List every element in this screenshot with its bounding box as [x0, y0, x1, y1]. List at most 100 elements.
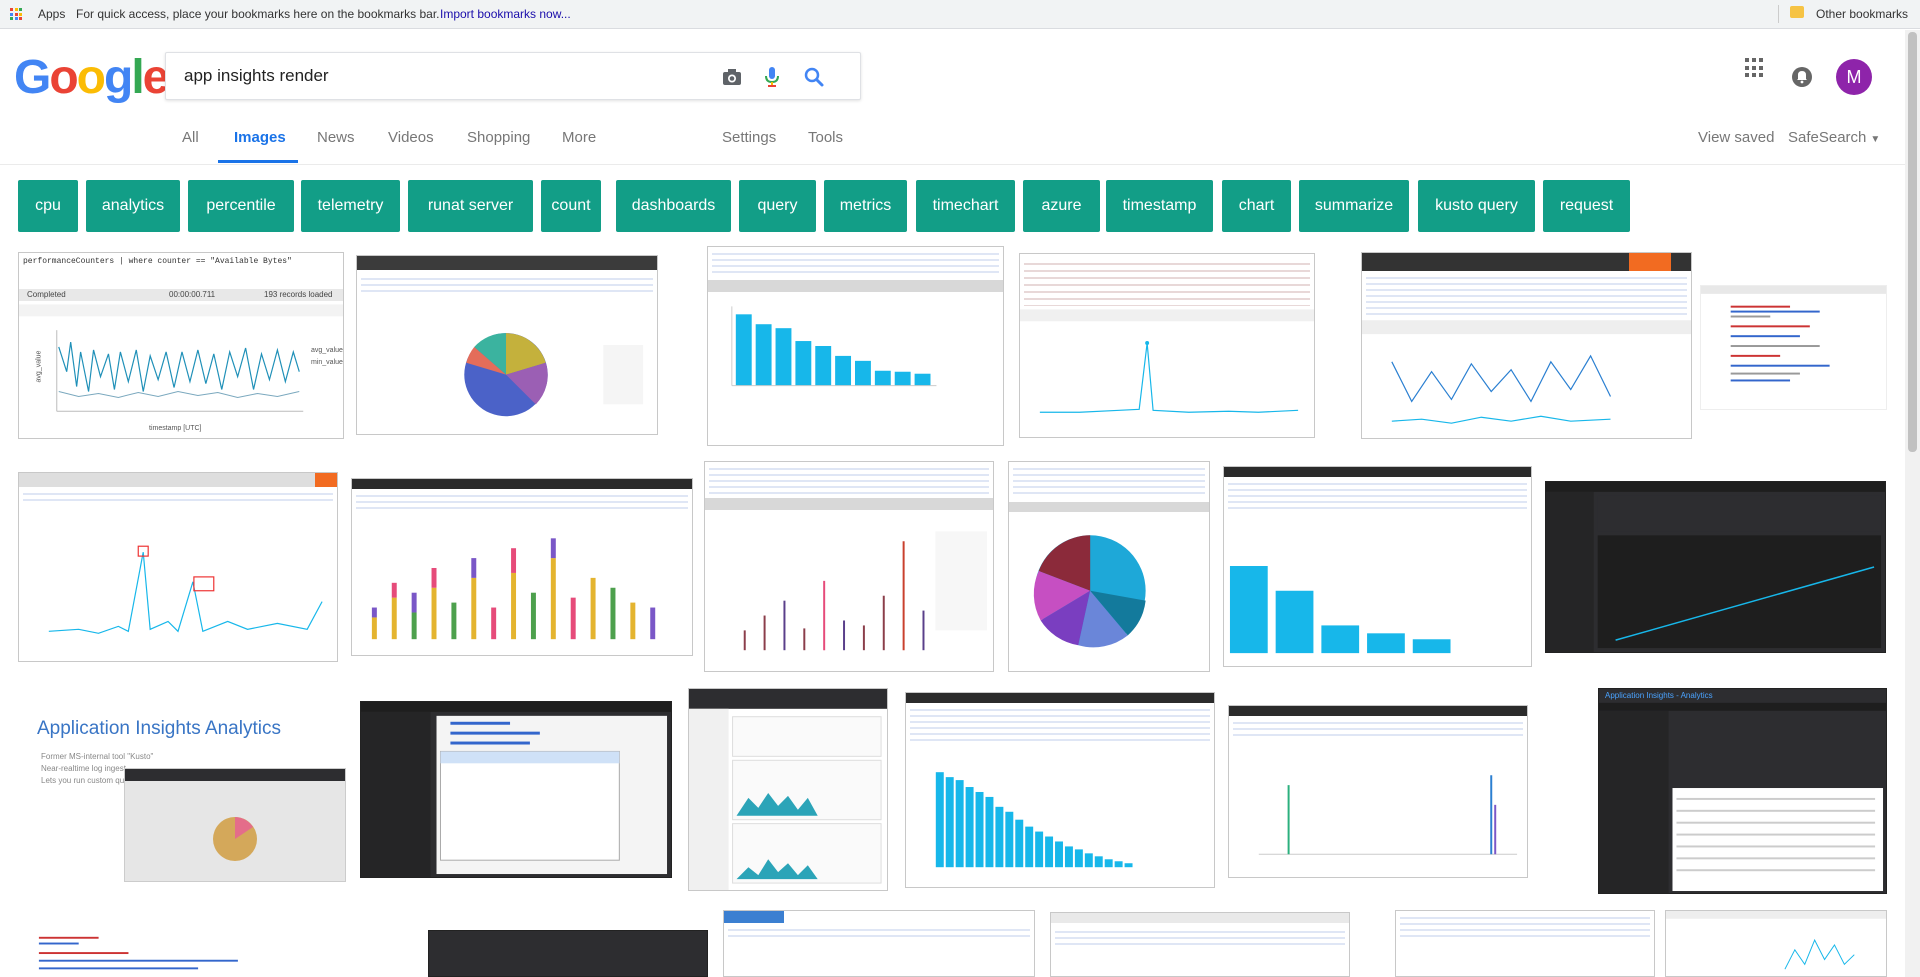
image-result[interactable] — [707, 246, 1004, 446]
logo-letter: g — [104, 51, 133, 104]
chip-percentile[interactable]: percentile — [188, 180, 294, 232]
slide-title: Application Insights Analytics — [37, 718, 281, 739]
image-result[interactable] — [428, 930, 708, 977]
code-editor-thumbnail — [38, 936, 238, 970]
image-result[interactable] — [1050, 912, 1350, 977]
tools-link[interactable]: Tools — [808, 129, 843, 146]
chip-timechart[interactable]: timechart — [916, 180, 1015, 232]
code-editor-thumbnail — [1701, 286, 1886, 382]
image-result[interactable] — [1228, 705, 1528, 878]
image-result[interactable]: performanceCounters | where counter == "… — [18, 252, 344, 439]
scrollbar[interactable] — [1905, 30, 1920, 977]
logo-letter: G — [14, 51, 51, 104]
import-bookmarks-link[interactable]: Import bookmarks now... — [440, 7, 571, 21]
image-result[interactable] — [1361, 252, 1692, 439]
image-result[interactable] — [688, 688, 888, 891]
google-logo[interactable]: Google — [14, 50, 170, 105]
chip-chart[interactable]: chart — [1222, 180, 1291, 232]
image-result[interactable] — [356, 255, 658, 435]
bookmarks-bar: Apps For quick access, place your bookma… — [0, 0, 1920, 29]
view-saved-link[interactable]: View saved — [1698, 129, 1774, 146]
avatar[interactable]: M — [1836, 59, 1872, 95]
line-chart-thumbnail — [1362, 320, 1691, 424]
chip-azure[interactable]: azure — [1023, 180, 1100, 232]
google-apps-icon[interactable] — [1745, 58, 1765, 78]
slide-note: Former MS-internal tool "Kusto" — [41, 752, 154, 761]
image-result[interactable] — [1395, 910, 1655, 977]
bookmarks-hint: For quick access, place your bookmarks h… — [76, 7, 440, 21]
image-result[interactable] — [360, 701, 672, 878]
chip-summarize[interactable]: summarize — [1299, 180, 1409, 232]
pie-chart-thumbnail — [1033, 535, 1146, 648]
line-chart-thumbnail — [48, 545, 323, 634]
chip-kusto-query[interactable]: kusto query — [1418, 180, 1535, 232]
image-result[interactable] — [905, 692, 1215, 888]
code-snippet — [1400, 913, 1650, 941]
code-snippet — [1055, 927, 1345, 947]
chip-timestamp[interactable]: timestamp — [1106, 180, 1213, 232]
bar-chart-thumbnail — [935, 772, 1133, 868]
image-result[interactable] — [18, 932, 418, 977]
chip-telemetry[interactable]: telemetry — [301, 180, 400, 232]
code-snippet — [728, 925, 1030, 939]
image-result[interactable] — [351, 478, 693, 656]
safesearch-menu[interactable]: SafeSearch ▼ — [1788, 129, 1880, 146]
image-result[interactable]: Application Insights Analytics Former MS… — [18, 689, 348, 889]
image-result[interactable] — [704, 461, 994, 672]
image-result[interactable] — [723, 910, 1035, 977]
chip-request[interactable]: request — [1543, 180, 1630, 232]
image-result[interactable] — [1665, 910, 1887, 977]
settings-link[interactable]: Settings — [722, 129, 776, 146]
chip-count[interactable]: count — [541, 180, 601, 232]
screenshot-inset — [124, 768, 346, 882]
pie-chart-thumbnail — [464, 333, 644, 417]
tab-news[interactable]: News — [317, 129, 355, 146]
tab-shopping[interactable]: Shopping — [467, 129, 530, 146]
line-chart-thumbnail — [19, 304, 343, 412]
logo-letter: e — [142, 51, 170, 104]
folder-icon — [1790, 6, 1804, 18]
slide-note: Near-realtime log ingest — [41, 764, 126, 773]
tab-videos[interactable]: Videos — [388, 129, 434, 146]
safesearch-label: SafeSearch — [1788, 129, 1867, 146]
image-result[interactable] — [1019, 253, 1315, 438]
bookmarks-divider — [1778, 5, 1779, 23]
dashboard-thumbnail — [689, 689, 887, 890]
logo-letter: o — [76, 51, 106, 104]
selection-highlight — [724, 911, 784, 923]
chip-runat-server[interactable]: runat server — [408, 180, 533, 232]
y-axis-label: avg_value — [35, 350, 43, 383]
apps-bookmark[interactable]: Apps — [38, 7, 65, 21]
search-input[interactable] — [182, 65, 706, 87]
tab-images[interactable]: Images — [234, 129, 286, 146]
legend-avg: avg_value — [311, 347, 343, 354]
chip-query[interactable]: query — [739, 180, 816, 232]
search-icon[interactable] — [802, 65, 826, 89]
chip-metrics[interactable]: metrics — [824, 180, 907, 232]
tab-all[interactable]: All — [182, 129, 199, 146]
active-tab-indicator — [218, 160, 298, 163]
line-chart-thumbnail — [1020, 309, 1314, 413]
apps-grid-icon[interactable] — [10, 8, 22, 20]
image-result[interactable] — [18, 472, 338, 662]
spike-chart-thumbnail — [1258, 775, 1518, 855]
chip-analytics[interactable]: analytics — [86, 180, 180, 232]
camera-icon[interactable] — [720, 65, 744, 89]
tab-more[interactable]: More — [562, 129, 596, 146]
logo-letter: o — [49, 51, 78, 104]
search-tabs: All Images News Videos Shopping More Set… — [0, 118, 1920, 165]
scrollbar-thumb[interactable] — [1908, 32, 1917, 452]
chip-cpu[interactable]: cpu — [18, 180, 78, 232]
image-result[interactable] — [1700, 285, 1887, 410]
microphone-icon[interactable] — [760, 65, 784, 89]
stacked-bar-thumbnail — [371, 538, 656, 640]
image-result[interactable] — [1223, 466, 1532, 667]
chip-dashboards[interactable]: dashboards — [616, 180, 731, 232]
notifications-icon[interactable] — [1792, 66, 1812, 93]
stacked-column-thumbnail — [743, 531, 988, 651]
other-bookmarks[interactable]: Other bookmarks — [1816, 7, 1908, 21]
image-result[interactable]: Application Insights - Analytics — [1598, 688, 1887, 894]
image-result[interactable] — [1008, 461, 1210, 672]
image-result[interactable] — [1545, 481, 1886, 653]
search-box — [165, 52, 861, 100]
